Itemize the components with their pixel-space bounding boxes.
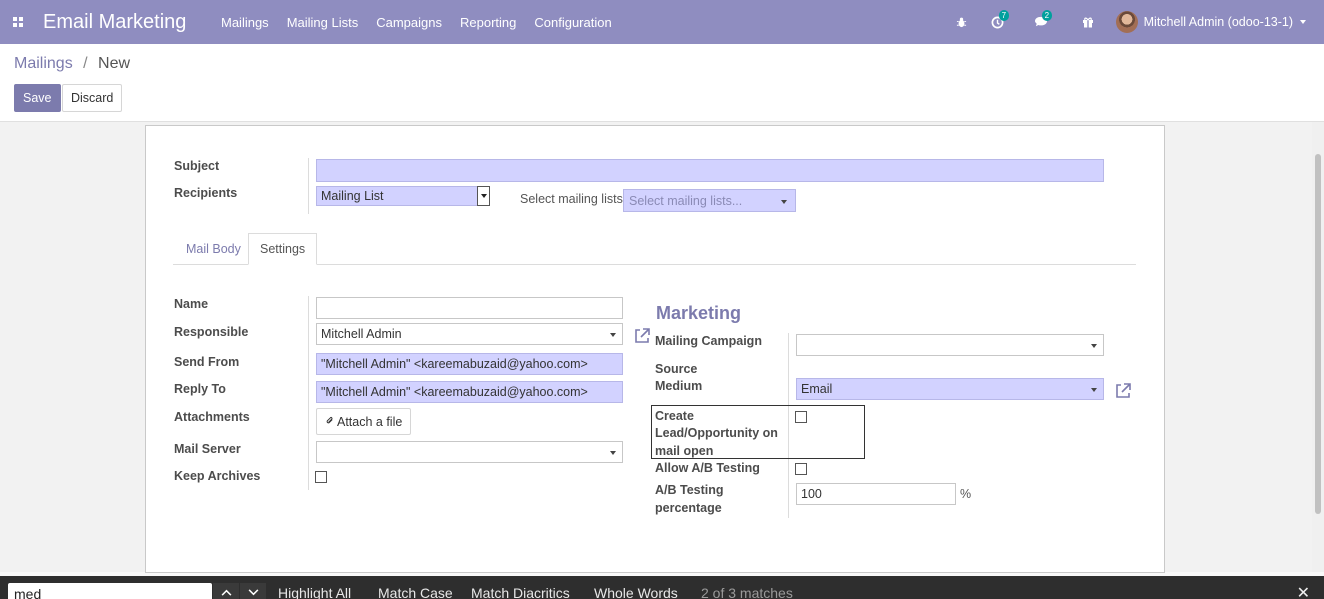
recipients-dropdown-arrow[interactable] xyxy=(477,186,490,206)
find-next-button[interactable] xyxy=(240,583,266,599)
tab-settings[interactable]: Settings xyxy=(248,233,318,265)
reply-to-label: Reply To xyxy=(174,382,226,396)
breadcrumb-mailings-link[interactable]: Mailings xyxy=(14,55,73,72)
send-from-input[interactable]: "Mitchell Admin" <kareemabuzaid@yahoo.co… xyxy=(316,353,623,375)
menu-item-reporting[interactable]: Reporting xyxy=(460,15,516,30)
tab-mail-body[interactable]: Mail Body xyxy=(175,233,252,265)
medium-value: Email xyxy=(801,382,833,396)
create-lead-label-line2: Lead/Opportunity on xyxy=(655,426,778,440)
close-icon[interactable]: ✕ xyxy=(1297,583,1310,599)
debug-bug-icon[interactable] xyxy=(956,17,967,28)
responsible-label: Responsible xyxy=(174,325,249,339)
marketing-section-title: Marketing xyxy=(656,303,742,323)
ab-percentage-input[interactable]: 100 xyxy=(796,483,956,505)
mailing-campaign-select[interactable] xyxy=(796,334,1104,356)
find-bar: med Highlight All Match Case Match Diacr… xyxy=(0,576,1324,599)
messages-chat-icon[interactable]: 2 xyxy=(1034,10,1053,28)
medium-select[interactable]: Email xyxy=(796,378,1104,400)
recipients-select[interactable]: Mailing List xyxy=(316,186,490,206)
paperclip-icon xyxy=(325,415,334,429)
ab-testing-label: Allow A/B Testing xyxy=(655,461,760,475)
reply-to-input[interactable]: "Mitchell Admin" <kareemabuzaid@yahoo.co… xyxy=(316,381,623,403)
keep-archives-checkbox[interactable] xyxy=(315,471,327,483)
find-input[interactable]: med xyxy=(8,583,212,599)
avatar xyxy=(1115,11,1138,33)
app-title[interactable]: Email Marketing xyxy=(43,11,221,34)
chevron-down-icon xyxy=(610,333,616,337)
responsible-value: Mitchell Admin xyxy=(321,327,402,341)
chevron-up-icon xyxy=(221,589,231,596)
user-menu[interactable]: Mitchell Admin (odoo-13-1) xyxy=(1115,11,1306,33)
ab-percentage-label-line1: A/B Testing xyxy=(655,483,724,497)
find-previous-button[interactable] xyxy=(213,583,239,599)
medium-label: Medium xyxy=(655,379,703,393)
chevron-down-icon xyxy=(781,200,787,204)
mailing-campaign-label: Mailing Campaign xyxy=(655,334,762,348)
external-link-icon[interactable] xyxy=(1114,382,1132,400)
control-panel: Mailings / New Save Discard xyxy=(0,44,1324,122)
attachments-label: Attachments xyxy=(174,410,250,424)
subject-label: Subject xyxy=(174,159,220,173)
ab-percentage-label-line2: percentage xyxy=(655,501,722,515)
send-from-label: Send From xyxy=(174,355,240,369)
keep-archives-label: Keep Archives xyxy=(174,469,261,483)
breadcrumb: Mailings / New xyxy=(14,55,130,73)
chevron-down-icon xyxy=(1091,388,1097,392)
top-navbar: Email Marketing Mailings Mailing Lists C… xyxy=(0,0,1324,44)
percent-unit: % xyxy=(960,487,972,501)
source-label: Source xyxy=(655,362,698,376)
mail-server-label: Mail Server xyxy=(174,442,241,456)
mail-server-select[interactable] xyxy=(316,441,623,463)
create-lead-checkbox[interactable] xyxy=(795,411,807,423)
systray: 7 2 Mitchell Admin (odoo-13-1) xyxy=(956,0,1324,44)
menu-item-campaigns[interactable]: Campaigns xyxy=(376,15,442,30)
attach-file-button[interactable]: Attach a file xyxy=(316,408,412,435)
notebook-tabs: Mail Body Settings xyxy=(173,233,1136,265)
subject-input[interactable] xyxy=(316,159,1104,182)
discard-button[interactable]: Discard xyxy=(62,84,123,112)
name-label: Name xyxy=(174,297,209,311)
menu-item-mailings[interactable]: Mailings xyxy=(221,15,269,30)
chevron-down-icon xyxy=(1091,344,1097,348)
breadcrumb-separator: / xyxy=(83,55,88,72)
chevron-down-icon xyxy=(610,451,616,455)
highlight-all-toggle[interactable]: Highlight All xyxy=(278,585,351,599)
attach-file-label: Attach a file xyxy=(337,414,403,429)
menu-item-configuration[interactable]: Configuration xyxy=(534,15,611,30)
menu-item-mailing-lists[interactable]: Mailing Lists xyxy=(287,15,359,30)
label-divider xyxy=(308,158,309,214)
find-status: 2 of 3 matches xyxy=(701,585,793,599)
apps-menu-button[interactable] xyxy=(0,0,30,44)
activity-count-badge: 7 xyxy=(998,9,1010,21)
breadcrumb-current: New xyxy=(98,55,131,72)
mailing-lists-input[interactable]: Select mailing lists... xyxy=(623,189,796,212)
name-input[interactable] xyxy=(316,297,623,319)
recipients-select-value: Mailing List xyxy=(321,189,384,203)
create-lead-label-line1: Create xyxy=(655,409,694,423)
match-diacritics-toggle[interactable]: Match Diacritics xyxy=(471,585,570,599)
chevron-down-icon xyxy=(248,588,258,595)
activity-clock-icon[interactable]: 7 xyxy=(991,9,1010,29)
save-button[interactable]: Save xyxy=(14,84,61,112)
label-divider xyxy=(308,296,309,490)
scrollbar-thumb[interactable] xyxy=(1315,154,1321,514)
responsible-select[interactable]: Mitchell Admin xyxy=(316,323,623,345)
whole-words-toggle[interactable]: Whole Words xyxy=(594,585,678,599)
main-menu: Mailings Mailing Lists Campaigns Reporti… xyxy=(221,15,630,30)
external-link-icon[interactable] xyxy=(633,327,651,345)
ab-testing-checkbox[interactable] xyxy=(795,463,807,475)
apps-grid-icon xyxy=(13,17,23,27)
gift-icon[interactable] xyxy=(1082,16,1094,28)
select-mailing-lists-label: Select mailing lists: xyxy=(520,192,627,206)
mailing-lists-placeholder: Select mailing lists... xyxy=(629,193,743,208)
page-scrollbar[interactable] xyxy=(1312,122,1324,572)
create-lead-label-line3: mail open xyxy=(655,444,714,458)
user-name: Mitchell Admin (odoo-13-1) xyxy=(1143,15,1293,29)
recipients-label: Recipients xyxy=(174,186,238,200)
messages-count-badge: 2 xyxy=(1041,10,1053,21)
match-case-toggle[interactable]: Match Case xyxy=(378,585,453,599)
chevron-down-icon xyxy=(1300,20,1306,24)
